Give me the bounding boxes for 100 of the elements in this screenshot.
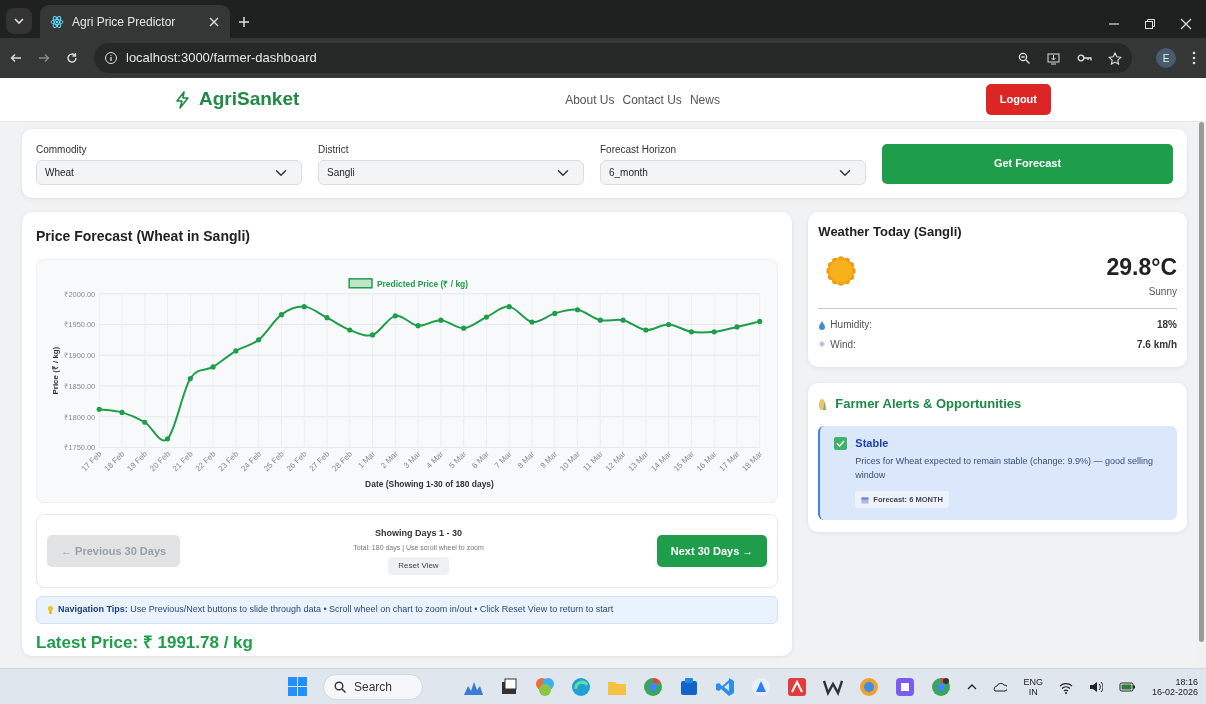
clock-time[interactable]: 18:16 [1175, 676, 1198, 687]
temperature: 29.8°C [1106, 252, 1177, 282]
reset-view-button[interactable]: Reset View [388, 557, 449, 575]
legend-swatch [348, 278, 373, 289]
data-point [552, 310, 558, 316]
stat-label: Wind: [830, 338, 857, 352]
legend-label: Predicted Price (₹ / kg) [376, 278, 469, 289]
wifi-icon[interactable] [1058, 680, 1073, 694]
install-icon[interactable] [1047, 51, 1061, 65]
forward-icon[interactable] [38, 52, 50, 64]
ring-app-icon[interactable] [859, 676, 879, 697]
page-status: Showing Days 1 - 30 [374, 527, 462, 540]
search-field[interactable]: Search [323, 673, 423, 700]
start-icon[interactable] [288, 677, 307, 696]
stat-label: Humidity: [830, 318, 874, 332]
data-point [278, 312, 284, 318]
data-point [369, 332, 376, 338]
weather-condition: Sunny [1148, 285, 1177, 299]
logout-button[interactable]: Logout [985, 84, 1051, 115]
alert-title: Stable [855, 435, 890, 451]
y-axis-title: Price (₹ / kg) [50, 346, 60, 395]
back-icon[interactable] [10, 52, 22, 64]
dropdown[interactable]: Sangli [318, 160, 584, 185]
cloud-icon[interactable] [993, 681, 1008, 693]
data-point [164, 436, 171, 442]
card-title: Weather Today (Sangli) [818, 223, 963, 241]
restore-icon[interactable] [1144, 18, 1156, 30]
data-point [210, 364, 216, 370]
nav-link[interactable]: About Us [565, 90, 615, 109]
nav-link[interactable]: News [689, 90, 720, 109]
close-icon[interactable] [208, 15, 220, 28]
data-point [506, 304, 512, 310]
check-icon [834, 436, 848, 450]
tab-title: Agri Price Predictor [72, 13, 177, 31]
data-point [711, 329, 717, 335]
info-icon[interactable] [104, 51, 118, 65]
data-point [256, 337, 262, 343]
data-point [142, 419, 148, 425]
code-editor-icon[interactable] [715, 676, 735, 697]
stat-value: 18% [1157, 318, 1177, 332]
close-icon[interactable] [1180, 18, 1192, 30]
search-icon [334, 680, 346, 693]
diamond-icon [818, 339, 827, 350]
url-text: localhost:3000/farmer-dashboard [126, 49, 318, 68]
data-point [301, 304, 307, 310]
dropdown[interactable]: 6_month [600, 160, 866, 185]
battery-icon[interactable] [1118, 680, 1136, 694]
language-text[interactable]: ENG [1023, 676, 1043, 687]
data-point [483, 314, 489, 320]
stat-value: 7.6 km/h [1136, 338, 1177, 352]
atom-icon [50, 14, 64, 29]
data-point [392, 313, 398, 319]
triangle-app-icon[interactable] [751, 676, 771, 697]
data-point [119, 409, 125, 415]
droplet-icon [818, 319, 827, 330]
region-text[interactable]: IN [1028, 687, 1038, 698]
reload-icon[interactable] [66, 52, 78, 64]
data-point [461, 325, 467, 331]
search-placeholder: Search [354, 678, 393, 696]
x-axis-title: Date (Showing 1-30 of 180 days) [365, 479, 494, 490]
profile-avatar[interactable]: E [1156, 48, 1176, 68]
data-point [187, 376, 193, 382]
volume-icon[interactable] [1088, 680, 1103, 694]
panel-title: Price Forecast (Wheat in Sangli) [36, 227, 251, 246]
calendar-icon [861, 495, 870, 504]
data-point [574, 307, 581, 313]
address-bar[interactable]: localhost:3000/farmer-dashboard [94, 43, 1132, 73]
chevron-down-icon [13, 16, 25, 26]
alert-message: Prices for Wheat expected to remain stable (change: 9.9%) — good selling window [855, 455, 1154, 483]
key-icon[interactable] [1077, 52, 1092, 64]
data-point [233, 348, 239, 354]
dropdown[interactable]: Wheat [36, 160, 302, 185]
data-point [620, 317, 626, 323]
tab-list-button[interactable] [6, 8, 32, 34]
tip-text: Navigation Tips: Use Previous/Next buttons to slide through data • Scroll wheel on chart to zoom in/out • Click Reset View to return to start [58, 603, 614, 616]
star-icon[interactable] [1108, 51, 1122, 65]
data-point [688, 329, 694, 335]
data-point [324, 315, 330, 321]
latest-price: Latest Price: ₹ 1991.78 / kg [36, 631, 254, 654]
clock-date[interactable]: 16-02-2026 [1151, 687, 1198, 698]
field-label: District [318, 143, 350, 157]
card-title: Farmer Alerts & Opportunities [835, 395, 1022, 413]
data-point [666, 321, 672, 328]
bulb-icon [47, 604, 54, 615]
window-icon[interactable] [499, 676, 519, 697]
field-label: Forecast Horizon [600, 143, 678, 157]
browser-tab[interactable]: Agri Price Predictor [40, 5, 230, 38]
corn-icon [818, 396, 828, 411]
data-point [96, 406, 102, 412]
data-point [347, 327, 353, 333]
field-label: Commodity [36, 143, 88, 157]
chevron-up-icon[interactable] [967, 683, 978, 691]
new-tab-icon[interactable] [238, 16, 250, 28]
square-app-icon[interactable] [895, 676, 915, 697]
more-menu-icon[interactable] [1192, 51, 1196, 65]
data-point [415, 323, 421, 329]
data-point [597, 317, 603, 323]
data-point [757, 318, 763, 324]
nav-link[interactable]: Contact Us [622, 90, 682, 109]
zoom-out-icon[interactable] [1018, 51, 1031, 65]
